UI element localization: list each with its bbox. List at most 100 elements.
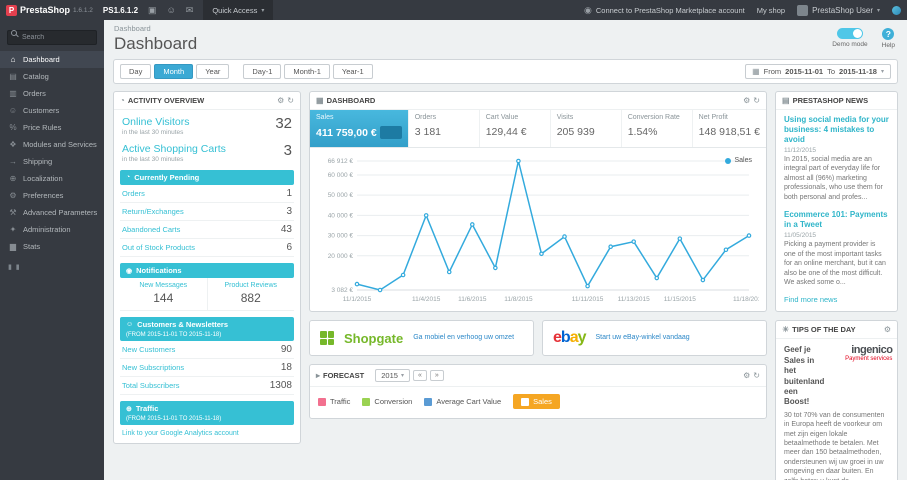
news-icon: ▤ bbox=[782, 96, 790, 105]
returns-value: 3 bbox=[286, 206, 292, 217]
tips-body-text: 30 tot 70% van de consumenten in Europa … bbox=[784, 411, 885, 480]
shopgate-promo-link[interactable]: Ga mobiel en verhoog uw omzet bbox=[413, 333, 514, 342]
refresh-icon[interactable]: ↻ bbox=[753, 371, 760, 380]
marketplace-connect-link[interactable]: ◉ Connect to PrestaShop Marketplace acco… bbox=[584, 5, 745, 16]
refresh-icon[interactable]: ↻ bbox=[287, 96, 294, 105]
kpi-orders[interactable]: Orders 3 181 bbox=[409, 110, 480, 147]
toggle-switch[interactable] bbox=[836, 28, 863, 39]
kpi-cart-value[interactable]: Cart Value 129,44 € bbox=[480, 110, 551, 147]
activity-overview-panel: ◔ ACTIVITY OVERVIEW ⚙ ↻ Online Visitors … bbox=[113, 91, 301, 444]
sidebar-item-shipping[interactable]: → Shipping bbox=[0, 153, 104, 170]
gear-icon[interactable]: ⚙ bbox=[743, 371, 750, 380]
forecast-panel-title: FORECAST bbox=[323, 371, 365, 380]
kpi-sales[interactable]: Sales 411 759,00 € bbox=[310, 110, 409, 147]
range-day-button[interactable]: Day bbox=[120, 64, 152, 79]
section-title: Currently Pending bbox=[134, 173, 200, 182]
ebay-letter: y bbox=[577, 329, 587, 346]
kpi-conversion-rate[interactable]: Conversion Rate 1.54% bbox=[622, 110, 693, 147]
sidebar-item-customers[interactable]: ☺ Customers bbox=[0, 102, 104, 119]
range-month-button[interactable]: Month bbox=[154, 64, 194, 79]
gear-icon[interactable]: ⚙ bbox=[277, 96, 284, 105]
sidebar-item-label: Modules and Services bbox=[23, 140, 97, 149]
shopgate-logo-icon bbox=[320, 331, 334, 345]
sidebar-item-price-rules[interactable]: % Price Rules bbox=[0, 119, 104, 136]
new-customers-link[interactable]: New Customers bbox=[122, 345, 175, 354]
product-reviews-value: 882 bbox=[240, 291, 261, 305]
forecast-conversion-checkbox[interactable]: Conversion bbox=[362, 397, 412, 406]
orders-value: 1 bbox=[286, 188, 292, 199]
range-year-button[interactable]: Year bbox=[196, 64, 230, 79]
returns-link[interactable]: Return/Exchanges bbox=[122, 207, 184, 216]
range-day-1-button[interactable]: Day-1 bbox=[243, 64, 282, 79]
gear-icon[interactable]: ⚙ bbox=[884, 325, 891, 334]
notification-ball-icon[interactable] bbox=[892, 5, 901, 15]
article-title-link[interactable]: Ecommerce 101: Payments in a Tweet bbox=[784, 210, 889, 230]
orders-link[interactable]: Orders bbox=[122, 189, 145, 198]
online-visitors-link[interactable]: Online Visitors bbox=[122, 116, 190, 128]
messages-icon[interactable]: ✉ bbox=[186, 5, 194, 16]
orders-cart-icon[interactable]: ▣ bbox=[148, 5, 157, 16]
new-messages-link[interactable]: New Messages bbox=[120, 282, 207, 289]
google-analytics-link[interactable]: Link to your Google Analytics account bbox=[114, 425, 300, 443]
range-month-1-button[interactable]: Month-1 bbox=[284, 64, 330, 79]
product-reviews-link[interactable]: Product Reviews bbox=[208, 282, 295, 289]
help-button[interactable]: ? Help bbox=[882, 28, 895, 49]
sidebar-collapse-icon[interactable]: ▮ ▮ bbox=[8, 263, 104, 271]
abandoned-carts-value: 43 bbox=[280, 224, 292, 235]
sidebar-item-dashboard[interactable]: ⌂ Dashboard bbox=[0, 51, 104, 68]
sidebar-item-modules[interactable]: ❖ Modules and Services bbox=[0, 136, 104, 153]
out-of-stock-link[interactable]: Out of Stock Products bbox=[122, 243, 195, 252]
shopgate-logo-text: Shopgate bbox=[344, 330, 404, 346]
active-carts-link[interactable]: Active Shopping Carts bbox=[122, 143, 226, 155]
sidebar-item-preferences[interactable]: ⚙ Preferences bbox=[0, 187, 104, 204]
sidebar-item-orders[interactable]: ▥ Orders bbox=[0, 85, 104, 102]
home-icon: ⌂ bbox=[10, 55, 16, 64]
section-subtitle: (FROM 2015-11-01 TO 2015-11-18) bbox=[126, 416, 222, 422]
abandoned-carts-link[interactable]: Abandoned Carts bbox=[122, 225, 180, 234]
article-title-link[interactable]: Using social media for your business: 4 … bbox=[784, 115, 889, 145]
sidebar-item-stats[interactable]: ▆ Stats bbox=[0, 238, 104, 255]
topbar-right: ◉ Connect to PrestaShop Marketplace acco… bbox=[584, 4, 901, 16]
news-article: Using social media for your business: 4 … bbox=[776, 110, 897, 205]
sidebar-item-label: Catalog bbox=[23, 72, 49, 81]
article-date: 11/05/2015 bbox=[784, 232, 817, 240]
ebay-promo: ebay Start uw eBay-winkel vandaag bbox=[542, 320, 767, 356]
legend-label: Conversion bbox=[374, 397, 413, 406]
kpi-label: Cart Value bbox=[485, 114, 519, 121]
sales-chart: 66 912 € 60 000 € 50 000 € 40 000 € 30 000 €… bbox=[328, 158, 766, 303]
total-subscribers-link[interactable]: Total Subscribers bbox=[122, 381, 180, 390]
year-select[interactable]: 2015 ▾ bbox=[375, 369, 410, 382]
range-year-1-button[interactable]: Year-1 bbox=[332, 64, 373, 79]
prev-year-button[interactable]: « bbox=[412, 370, 427, 381]
sidebar-item-advanced-parameters[interactable]: ⚒ Advanced Parameters bbox=[0, 204, 104, 221]
kpi-net-profit[interactable]: Net Profit 148 918,51 € bbox=[693, 110, 766, 147]
user-name: PrestaShop User bbox=[812, 5, 873, 15]
new-messages-cell: New Messages 144 bbox=[120, 278, 208, 310]
sidebar-item-catalog[interactable]: ▤ Catalog bbox=[0, 68, 104, 85]
user-menu[interactable]: PrestaShop User ▾ bbox=[797, 4, 880, 16]
refresh-icon[interactable]: ↻ bbox=[753, 96, 760, 105]
quick-access-button[interactable]: Quick Access ▾ bbox=[203, 0, 274, 20]
find-more-news-link[interactable]: Find more news bbox=[776, 290, 897, 311]
forecast-traffic-checkbox[interactable]: Traffic bbox=[318, 397, 350, 406]
online-visitors-value: 32 bbox=[275, 115, 292, 132]
ebay-promo-link[interactable]: Start uw eBay-winkel vandaag bbox=[596, 333, 690, 342]
customers-icon[interactable]: ☺ bbox=[167, 5, 176, 15]
sidebar-item-administration[interactable]: ✦ Administration bbox=[0, 221, 104, 238]
kpi-visits[interactable]: Visits 205 939 bbox=[551, 110, 622, 147]
kpi-value: 1.54% bbox=[627, 126, 658, 138]
forecast-sales-checkbox[interactable]: Sales bbox=[513, 394, 560, 409]
new-subscriptions-value: 18 bbox=[280, 362, 292, 373]
sales-trend-badge bbox=[379, 126, 402, 139]
search-input[interactable] bbox=[7, 30, 97, 45]
pending-row-returns: Return/Exchanges 3 bbox=[120, 203, 294, 221]
demo-mode-toggle[interactable]: Demo mode bbox=[832, 28, 868, 49]
date-range-picker[interactable]: ▦ From 2015-11-01 To 2015-11-18 ▾ bbox=[745, 64, 891, 79]
sidebar-item-localization[interactable]: ⊕ Localization bbox=[0, 170, 104, 187]
next-year-button[interactable]: » bbox=[429, 370, 444, 381]
conversion-checkbox-icon bbox=[362, 397, 371, 406]
my-shop-link[interactable]: My shop bbox=[757, 6, 785, 15]
forecast-cart-value-checkbox[interactable]: Average Cart Value bbox=[424, 397, 501, 406]
gear-icon[interactable]: ⚙ bbox=[743, 96, 750, 105]
new-subscriptions-link[interactable]: New Subscriptions bbox=[122, 363, 184, 372]
